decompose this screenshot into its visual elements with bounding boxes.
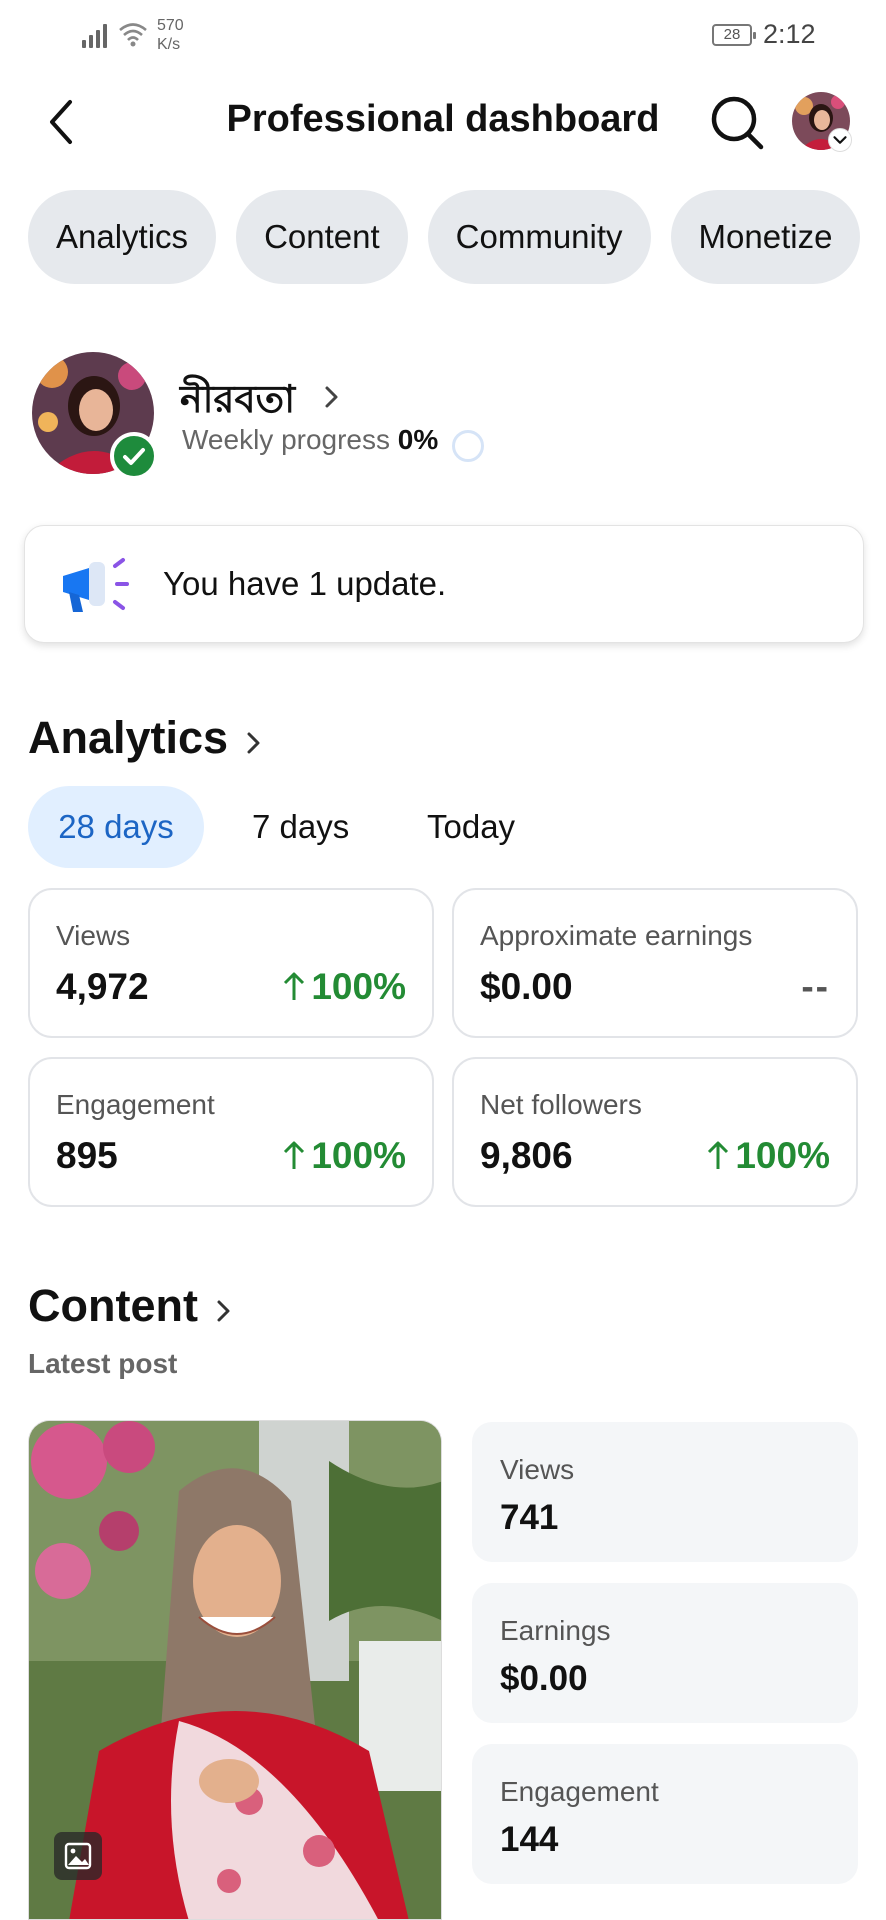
network-speed: 570 K/s <box>157 17 184 53</box>
chevron-right-icon[interactable] <box>322 382 342 412</box>
filter-7-days[interactable]: 7 days <box>252 786 349 868</box>
stat-label: Engagement <box>500 1776 659 1807</box>
update-message: You have 1 update. <box>163 565 447 602</box>
chevron-down-icon[interactable] <box>828 128 852 152</box>
progress-ring <box>452 430 484 462</box>
metric-label: Engagement <box>56 1089 215 1120</box>
verified-check-icon <box>110 432 158 480</box>
update-card[interactable]: You have 1 update. <box>24 525 864 643</box>
stat-label: Earnings <box>500 1615 611 1646</box>
metric-change: 100% <box>705 1135 830 1177</box>
metric-card-engagement[interactable]: Engagement 895 100% <box>28 1057 434 1207</box>
tab-community[interactable]: Community <box>427 190 651 284</box>
metric-change: 100% <box>281 1135 406 1177</box>
status-bar: 570 K/s 28 2:12 <box>0 0 886 70</box>
stat-value: 144 <box>500 1820 559 1859</box>
tab-analytics[interactable]: Analytics <box>28 190 217 284</box>
post-stat-earnings: Earnings $0.00 <box>472 1583 858 1723</box>
clock: 2:12 <box>763 19 816 49</box>
signal-icon <box>82 22 112 48</box>
arrow-up-icon <box>708 1141 729 1169</box>
metric-label: Approximate earnings <box>480 920 753 951</box>
progress-label: Weekly progress <box>182 424 391 455</box>
weekly-progress: Weekly progress 0% <box>182 424 438 456</box>
metric-label: Net followers <box>480 1089 642 1120</box>
section-tabs: Analytics Content Community Monetize <box>28 190 861 284</box>
stat-value: 741 <box>500 1498 559 1537</box>
metric-change: 100% <box>281 966 406 1008</box>
filter-today[interactable]: Today <box>427 786 515 868</box>
post-stat-views: Views 741 <box>472 1422 858 1562</box>
search-icon[interactable] <box>708 92 766 152</box>
metric-value: 9,806 <box>480 1135 573 1176</box>
analytics-section-title[interactable]: Analytics <box>28 712 228 764</box>
tab-content[interactable]: Content <box>236 190 408 284</box>
metric-value: 4,972 <box>56 966 149 1007</box>
progress-value: 0% <box>397 424 439 455</box>
metric-value: $0.00 <box>480 966 573 1007</box>
page-title: Professional dashboard <box>226 98 660 140</box>
back-arrow-icon[interactable] <box>42 96 82 148</box>
stat-label: Views <box>500 1454 575 1485</box>
metric-change: -- <box>801 966 830 1007</box>
metric-card-net-followers[interactable]: Net followers 9,806 100% <box>452 1057 858 1207</box>
metric-label: Views <box>56 920 131 951</box>
metric-card-views[interactable]: Views 4,972 100% <box>28 888 434 1038</box>
megaphone-icon <box>63 558 129 612</box>
post-stat-engagement: Engagement 144 <box>472 1744 858 1884</box>
latest-post-label: Latest post <box>28 1348 178 1379</box>
content-section-title[interactable]: Content <box>28 1280 198 1332</box>
arrow-up-icon <box>284 1141 305 1169</box>
image-type-icon <box>54 1832 102 1880</box>
wifi-icon <box>119 23 147 47</box>
filter-28-days[interactable]: 28 days <box>28 786 204 868</box>
chevron-right-icon[interactable] <box>214 1296 234 1326</box>
battery-indicator: 28 <box>712 24 756 46</box>
metric-card-approximate-earnings[interactable]: Approximate earnings $0.00 -- <box>452 888 858 1038</box>
arrow-up-icon <box>284 972 305 1000</box>
metric-value: 895 <box>56 1135 118 1176</box>
tab-monetize[interactable]: Monetize <box>670 190 861 284</box>
chevron-right-icon[interactable] <box>244 728 264 758</box>
stat-value: $0.00 <box>500 1659 588 1698</box>
